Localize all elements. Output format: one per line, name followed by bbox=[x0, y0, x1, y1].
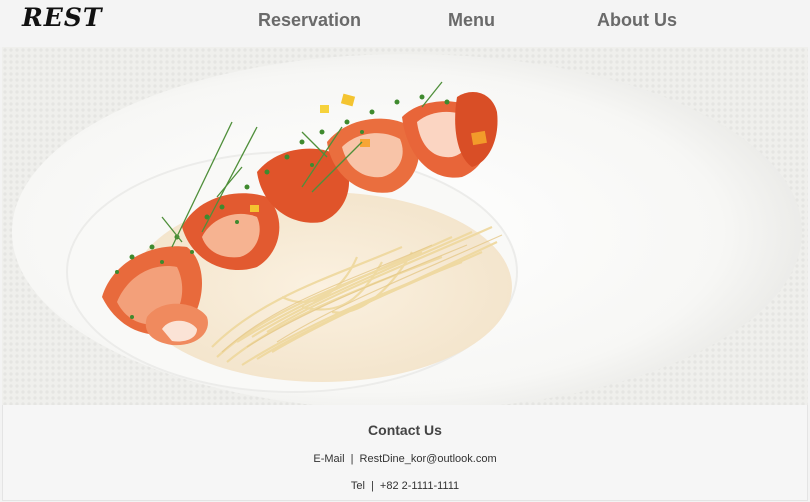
contact-email: E-Mail | RestDine_kor@outlook.com bbox=[3, 453, 807, 465]
contact-title: Contact Us bbox=[368, 422, 442, 438]
nav-menu[interactable]: Menu bbox=[448, 10, 495, 31]
nav-reservation[interactable]: Reservation bbox=[258, 10, 361, 31]
separator: | bbox=[350, 453, 354, 465]
site-header: REST Reservation Menu About Us bbox=[0, 0, 810, 47]
contact-tel: Tel | +82 2-1111-1111 bbox=[3, 480, 807, 492]
nav-about-us[interactable]: About Us bbox=[597, 10, 677, 31]
separator: | bbox=[371, 480, 374, 492]
email-label: E-Mail bbox=[313, 453, 345, 465]
tel-value[interactable]: +82 2-1111-1111 bbox=[380, 480, 459, 492]
pasta-dish-illustration bbox=[2, 47, 808, 405]
tel-label: Tel bbox=[350, 480, 365, 492]
email-value[interactable]: RestDine_kor@outlook.com bbox=[360, 453, 497, 465]
site-logo[interactable]: REST bbox=[22, 3, 103, 32]
hero-image bbox=[2, 47, 808, 405]
site-footer: Contact Us E-Mail | RestDine_kor@outlook… bbox=[2, 405, 808, 501]
